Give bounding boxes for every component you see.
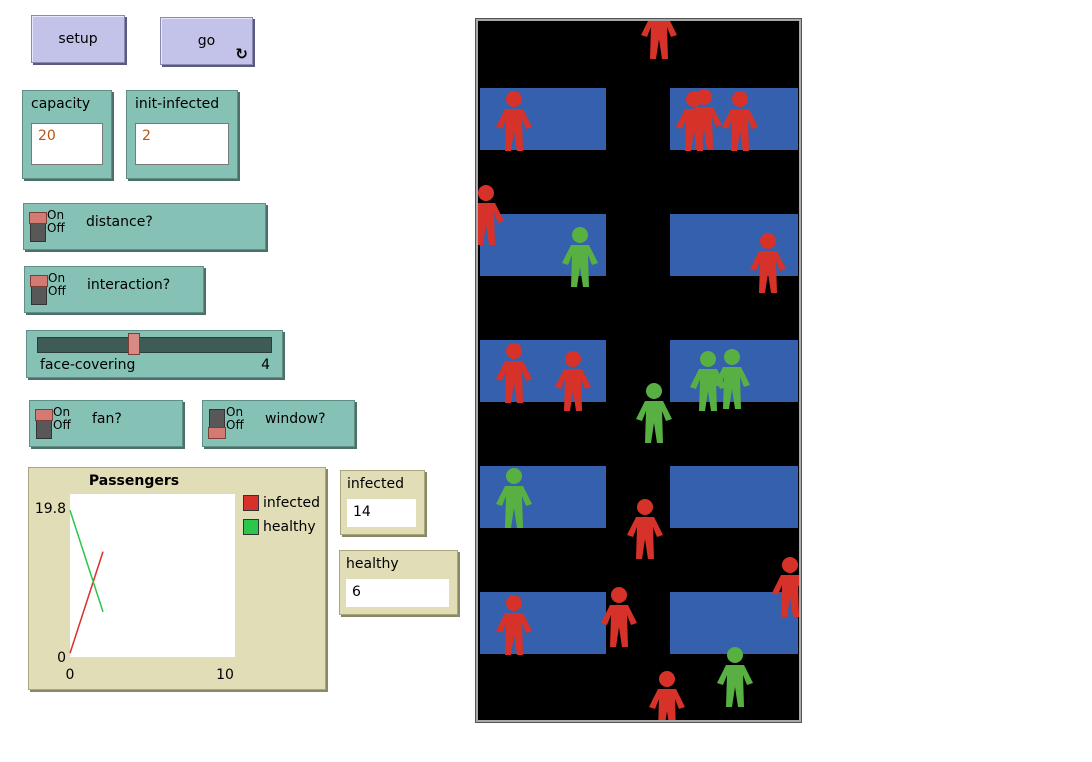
window-switch-label: window? [265, 411, 326, 427]
switch-on-off-text: On Off [48, 271, 66, 298]
distance-switch[interactable]: On Off distance? [23, 203, 266, 250]
init-infected-label: init-infected [135, 96, 220, 112]
passengers-plot: Passengers 19.8 0 0 10 infected healthy [28, 467, 326, 690]
passenger-icon[interactable] [601, 587, 637, 647]
infected-monitor-label: infected [347, 476, 404, 492]
fan-switch-label: fan? [92, 411, 122, 427]
interaction-switch[interactable]: On Off interaction? [24, 266, 204, 313]
infected-monitor: infected 14 [340, 470, 425, 535]
init-infected-input[interactable]: 2 [135, 123, 229, 165]
healthy-monitor-label: healthy [346, 556, 399, 572]
y-max-label: 19.8 [35, 501, 66, 517]
setup-button[interactable]: setup [31, 15, 125, 63]
x-max-label: 10 [216, 667, 234, 683]
go-button[interactable]: go ↻ [160, 17, 253, 65]
legend-item-healthy: healthy [243, 519, 316, 535]
seat-block-left [480, 88, 606, 150]
switch-on-off-text: On Off [53, 405, 71, 432]
switch-knob[interactable] [35, 409, 53, 421]
go-button-label: go [197, 33, 216, 49]
x-min-label: 0 [66, 667, 75, 683]
passenger-icon[interactable] [636, 383, 672, 443]
slider-track[interactable] [37, 337, 272, 353]
healthy-monitor-value: 6 [346, 579, 449, 607]
fan-switch[interactable]: On Off fan? [29, 400, 183, 447]
seat-block-right [670, 592, 798, 654]
switch-on-off-text: On Off [226, 405, 244, 432]
passenger-icon[interactable] [627, 499, 663, 559]
passenger-icon[interactable] [649, 671, 685, 720]
forever-icon: ↻ [235, 45, 248, 63]
passenger-icon[interactable] [641, 21, 677, 59]
interaction-switch-label: interaction? [87, 277, 171, 293]
switch-knob[interactable] [29, 212, 47, 224]
capacity-label: capacity [31, 96, 91, 112]
init-infected-input-widget: init-infected 2 [126, 90, 238, 179]
capacity-input[interactable]: 20 [31, 123, 103, 165]
world-canvas[interactable] [478, 21, 799, 720]
seat-block-left [480, 340, 606, 402]
legend-swatch-infected [243, 495, 259, 511]
seat-block-left [480, 592, 606, 654]
face-covering-slider[interactable]: face-covering 4 [26, 330, 283, 378]
healthy-monitor: healthy 6 [339, 550, 458, 615]
passenger-icon[interactable] [717, 647, 753, 707]
setup-button-label: setup [58, 31, 98, 47]
face-covering-label: face-covering [40, 357, 136, 373]
slider-thumb[interactable] [127, 333, 140, 355]
face-covering-value: 4 [261, 357, 270, 373]
distance-switch-label: distance? [86, 214, 153, 230]
window-switch[interactable]: On Off window? [202, 400, 355, 447]
legend-label-healthy: healthy [263, 519, 316, 535]
seat-block-left [480, 466, 606, 528]
seat-block-right [670, 466, 798, 528]
legend-swatch-healthy [243, 519, 259, 535]
legend-label-infected: infected [263, 495, 320, 511]
legend-item-infected: infected [243, 495, 320, 511]
infected-monitor-value: 14 [347, 499, 416, 527]
switch-knob[interactable] [30, 275, 48, 287]
switch-on-off-text: On Off [47, 208, 65, 235]
capacity-input-widget: capacity 20 [22, 90, 112, 179]
world-view[interactable] [475, 18, 802, 723]
y-min-label: 0 [57, 650, 66, 666]
switch-knob[interactable] [208, 427, 226, 439]
